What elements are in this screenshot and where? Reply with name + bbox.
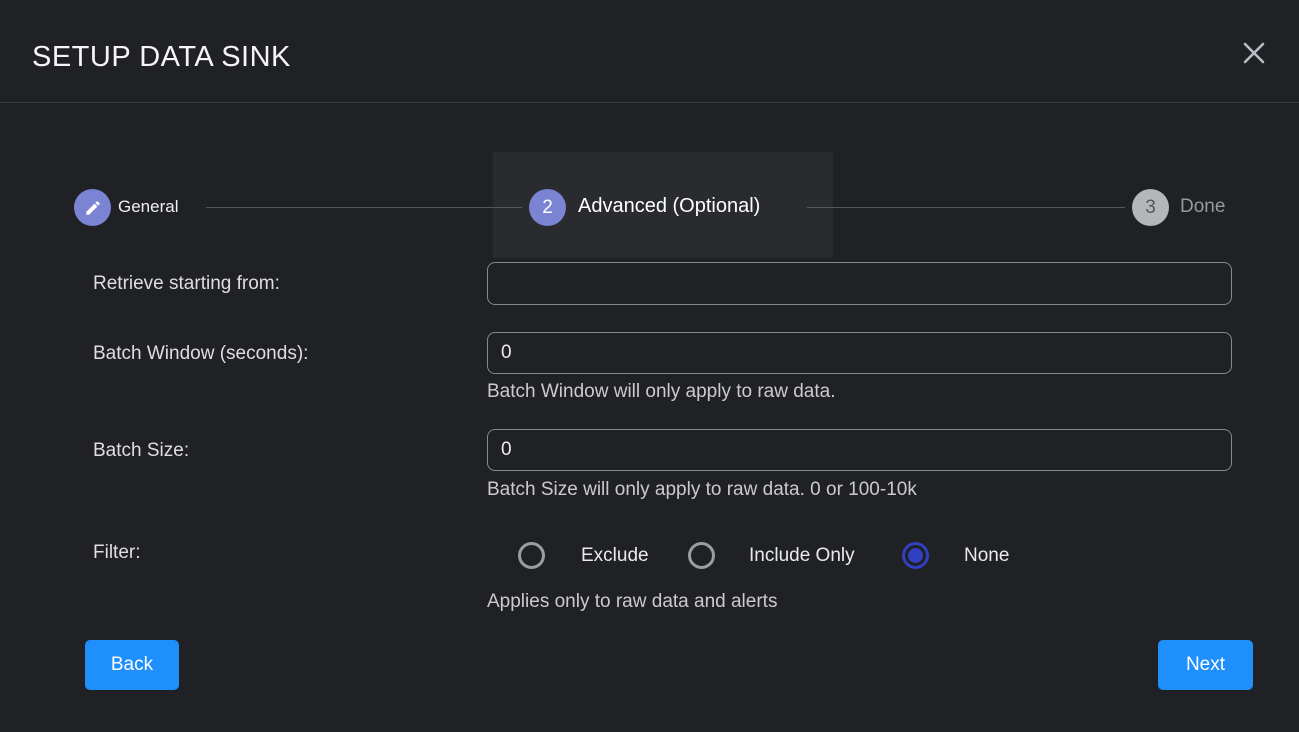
step-advanced-indicator[interactable]: 2 — [529, 189, 566, 226]
batch-window-label: Batch Window (seconds): — [93, 343, 308, 365]
close-button[interactable] — [1237, 36, 1271, 70]
setup-data-sink-dialog: SETUP DATA SINK General 2 Advanced (Opti… — [0, 0, 1299, 732]
pencil-icon — [84, 199, 102, 217]
dialog-title: SETUP DATA SINK — [32, 41, 291, 74]
filter-helper: Applies only to raw data and alerts — [487, 591, 777, 613]
step-done-indicator: 3 — [1132, 189, 1169, 226]
step-done-label: Done — [1180, 196, 1225, 218]
batch-window-helper: Batch Window will only apply to raw data… — [487, 381, 836, 403]
filter-radio-exclude-label[interactable]: Exclude — [581, 545, 649, 567]
retrieve-starting-from-label: Retrieve starting from: — [93, 273, 280, 295]
batch-size-label: Batch Size: — [93, 440, 189, 462]
step-general-label[interactable]: General — [118, 197, 178, 217]
batch-size-input[interactable] — [487, 429, 1232, 471]
back-button[interactable]: Back — [85, 640, 179, 690]
filter-label: Filter: — [93, 542, 141, 564]
step-general-indicator[interactable] — [74, 189, 111, 226]
filter-radio-exclude[interactable] — [518, 542, 545, 569]
filter-radio-none-label[interactable]: None — [964, 545, 1009, 567]
filter-radio-include-only-label[interactable]: Include Only — [749, 545, 855, 567]
step-advanced-label[interactable]: Advanced (Optional) — [578, 195, 760, 218]
next-button[interactable]: Next — [1158, 640, 1253, 690]
dialog-header: SETUP DATA SINK — [0, 0, 1299, 103]
filter-radio-none[interactable] — [902, 542, 929, 569]
batch-size-helper: Batch Size will only apply to raw data. … — [487, 479, 917, 501]
step-number: 3 — [1145, 197, 1156, 219]
batch-window-input[interactable] — [487, 332, 1232, 374]
retrieve-starting-from-input[interactable] — [487, 262, 1232, 305]
step-connector-2 — [807, 207, 1125, 208]
step-number: 2 — [542, 197, 553, 219]
close-icon — [1239, 38, 1269, 68]
step-connector-1 — [206, 207, 522, 208]
filter-radio-include-only[interactable] — [688, 542, 715, 569]
